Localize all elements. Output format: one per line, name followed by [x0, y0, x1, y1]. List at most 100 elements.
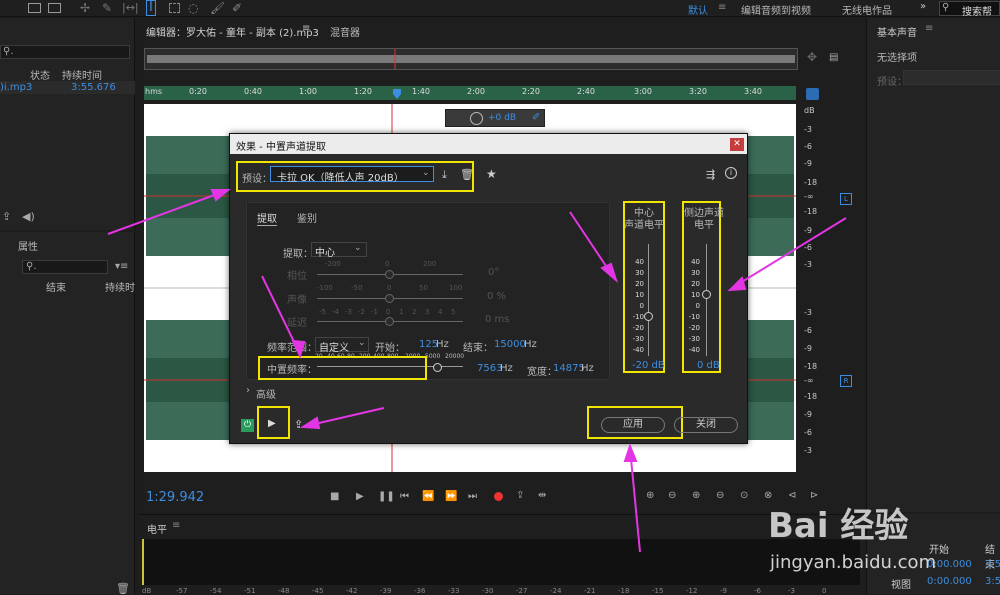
files-search[interactable]: ⚲.	[0, 45, 130, 59]
side-level-knob[interactable]	[702, 290, 711, 299]
preset-select[interactable]: 卡拉 OK（降低人声 20dB） ⌄	[270, 166, 434, 184]
sel-end-value[interactable]: 3:55	[985, 559, 1000, 570]
power-icon[interactable]: ⏻	[241, 419, 254, 432]
freq-range-select[interactable]: 自定义 ⌄	[315, 337, 369, 354]
preview-play-button[interactable]: ▶	[268, 418, 276, 429]
file-row[interactable]: )i.mp3 3:55.676	[0, 81, 135, 94]
props-search[interactable]: ⚲.	[22, 260, 108, 274]
tab-properties[interactable]: 属性	[18, 238, 38, 253]
channel-r-toggle[interactable]: R	[840, 375, 852, 387]
go-end-button[interactable]: ⏭	[468, 491, 477, 502]
db-label: -6	[804, 326, 812, 335]
skip-selection-button[interactable]: ⇹	[538, 490, 546, 501]
loop-button[interactable]: ⇪	[516, 490, 524, 501]
workspace-menu-icon[interactable]: ≡	[718, 2, 726, 13]
trash-icon[interactable]: 🗑	[116, 582, 130, 595]
view-end-value[interactable]: 3:55	[985, 576, 1000, 587]
volume-knob-icon[interactable]	[470, 112, 483, 125]
play-button[interactable]: ▶	[356, 491, 364, 502]
stop-button[interactable]: ■	[330, 491, 339, 502]
save-preset-icon[interactable]: ⤓	[442, 168, 447, 182]
editor-menu-icon[interactable]: ≡	[302, 23, 310, 34]
insert-icon[interactable]: ⇪	[2, 210, 11, 223]
razor-tool-icon[interactable]: ✎	[102, 1, 112, 15]
filter-icon[interactable]: ▾≡	[115, 261, 128, 272]
workspace-default[interactable]: 默认	[688, 2, 708, 17]
playhead-marker-icon[interactable]	[393, 89, 401, 99]
zoom-full-icon[interactable]: ⊙	[740, 490, 748, 501]
tab-mixer[interactable]: 混音器	[330, 24, 360, 39]
zoom-out-time-icon[interactable]: ⊖	[716, 490, 724, 501]
channel-l-toggle[interactable]: L	[840, 193, 852, 205]
level-menu-icon[interactable]: ≡	[172, 520, 180, 531]
move-tool-icon[interactable]: ✢	[80, 1, 90, 15]
loop-preview-icon[interactable]: ⇪	[294, 418, 303, 431]
extract-select[interactable]: 中心 ⌄	[311, 242, 367, 259]
marquee-icon[interactable]	[169, 3, 180, 13]
snap-icon[interactable]	[806, 88, 819, 100]
speaker-icon[interactable]: ◀)	[22, 210, 35, 223]
routing-icon[interactable]: ⇶	[706, 168, 715, 181]
rewind-button[interactable]: ⏪	[422, 491, 434, 502]
delete-preset-icon[interactable]: 🗑	[460, 168, 474, 181]
zoom-out-amplitude-icon[interactable]: ⊖	[668, 490, 676, 501]
waveform-view-icon[interactable]	[28, 3, 41, 13]
zoom-in-time-icon[interactable]: ⊕	[692, 490, 700, 501]
info-icon[interactable]: i	[725, 167, 737, 179]
side-level-value[interactable]: 0 dB	[697, 360, 720, 371]
center-freq-value[interactable]: 7563	[477, 363, 502, 374]
slip-tool-icon[interactable]: |↔|	[122, 1, 139, 14]
spectral-view-icon[interactable]	[48, 3, 61, 13]
volume-hud[interactable]: +0 dB ✐	[445, 109, 545, 127]
brush-icon[interactable]: 🖌	[210, 1, 225, 15]
apply-button[interactable]: 应用	[601, 417, 665, 433]
delay-scale-label: 1	[399, 308, 404, 316]
heal-icon[interactable]: ✐	[232, 1, 242, 15]
workspace-edit-video[interactable]: 编辑音频到视频	[741, 2, 811, 17]
dialog-title: 效果 - 中置声道提取	[236, 142, 326, 153]
advanced-label[interactable]: 高级	[256, 386, 276, 401]
center-level-knob[interactable]	[644, 312, 653, 321]
advanced-chevron-icon[interactable]: ›	[246, 385, 250, 396]
side-level-track[interactable]	[706, 244, 707, 356]
go-start-button[interactable]: ⏮	[400, 491, 409, 502]
tab-editor[interactable]: 编辑器：罗大佑 - 童年 - 副本 (2).mp3	[146, 24, 319, 39]
workspace-more[interactable]: »	[920, 1, 926, 12]
phase-knob[interactable]	[385, 270, 394, 279]
record-button[interactable]	[494, 492, 503, 501]
overview-waveform[interactable]	[144, 48, 798, 70]
tab-identify[interactable]: 鉴别	[297, 210, 317, 225]
time-selection-icon[interactable]: I	[146, 0, 156, 16]
zoom-in-amplitude-icon[interactable]: ⊕	[646, 490, 654, 501]
phase-scale-label: 0	[385, 260, 390, 268]
close-button[interactable]: 关闭	[674, 417, 738, 433]
delay-knob[interactable]	[385, 317, 394, 326]
close-icon[interactable]: ✕	[730, 138, 744, 151]
watermark: Bai 经验 jingyan.baidu.com	[768, 490, 968, 590]
overview-settings-icon[interactable]: ▤	[829, 52, 838, 63]
pan-value: 0 %	[487, 291, 507, 302]
pause-button[interactable]: ❚❚	[378, 491, 395, 502]
center-freq-knob[interactable]	[433, 363, 442, 372]
pan-knob[interactable]	[385, 294, 394, 303]
fast-forward-button[interactable]: ⏩	[445, 491, 457, 502]
workspace-wireless[interactable]: 无线电作品	[842, 2, 892, 17]
essential-preset-select[interactable]	[903, 70, 1000, 85]
end-value[interactable]: 15000	[494, 339, 526, 350]
essential-menu-icon[interactable]: ≡	[925, 23, 933, 34]
pin-icon[interactable]: ✐	[532, 112, 540, 123]
pan-scale-label: 0	[387, 284, 392, 292]
dialog-titlebar[interactable]: 效果 - 中置声道提取 ✕	[230, 134, 747, 154]
center-level-value[interactable]: -20 dB	[632, 360, 665, 371]
pan-scale-label: 50	[419, 284, 428, 292]
lasso-icon[interactable]: ◌	[188, 1, 198, 15]
start-label: 开始：	[375, 343, 405, 354]
center-level-track[interactable]	[648, 244, 649, 356]
ruler-label: 0:40	[244, 87, 262, 96]
favorite-icon[interactable]: ★	[486, 167, 497, 181]
zoom-nav-icon[interactable]: ✥	[807, 50, 817, 64]
tab-extract[interactable]: 提取	[257, 210, 277, 226]
time-ruler[interactable]: hms 0:20 0:40 1:00 1:20 1:40 2:00 2:20 2…	[144, 86, 796, 100]
help-search-box[interactable]: ⚲ 搜索帮助	[939, 1, 1000, 33]
db-label: -6	[804, 428, 812, 437]
